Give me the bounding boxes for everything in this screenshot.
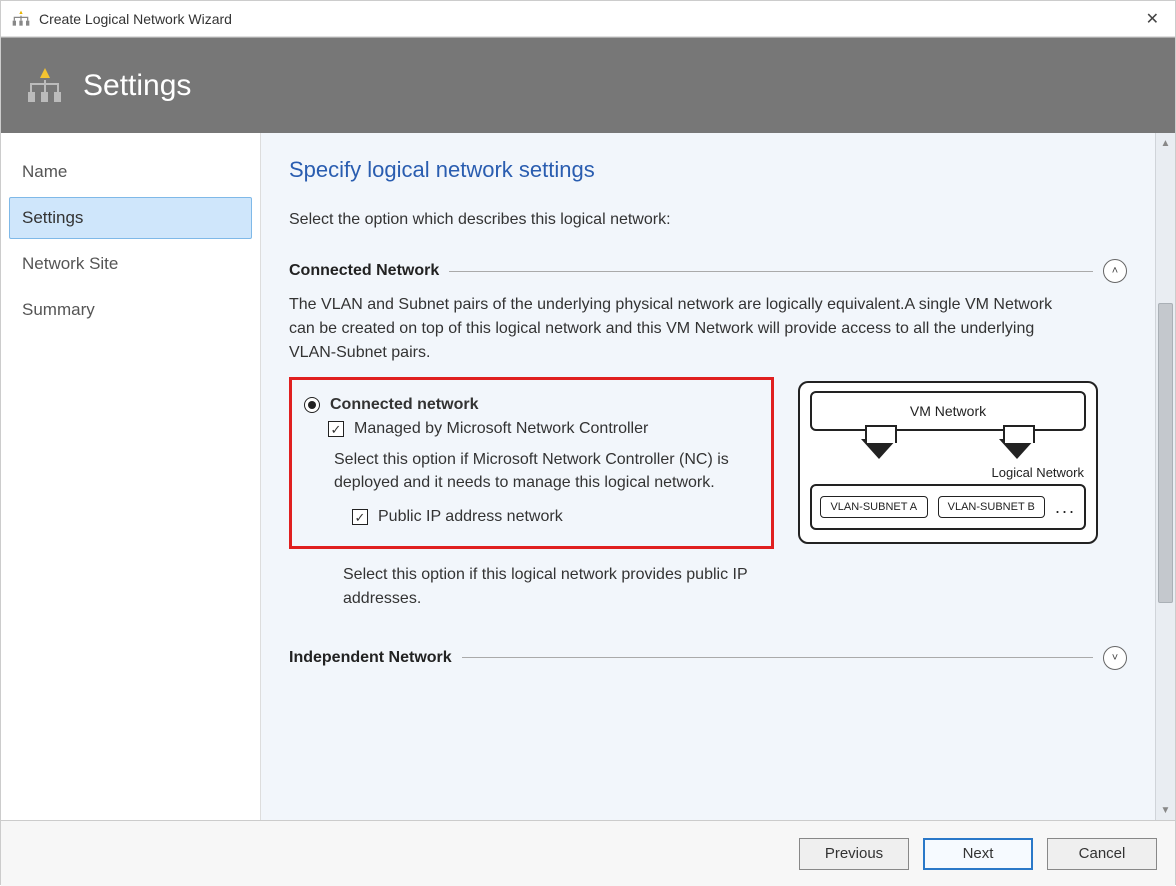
highlight-box: Connected network ✓ Managed by Microsoft… bbox=[289, 377, 774, 549]
main: Name Settings Network Site Summary Speci… bbox=[1, 133, 1175, 820]
collapse-icon[interactable]: ˄ bbox=[1103, 259, 1127, 283]
section-divider bbox=[462, 657, 1093, 658]
diagram-arrow-icon bbox=[999, 439, 1035, 459]
next-button[interactable]: Next bbox=[923, 838, 1033, 870]
footer: Previous Next Cancel bbox=[1, 820, 1175, 886]
checkbox-managed-label: Managed by Microsoft Network Controller bbox=[354, 420, 648, 438]
cancel-button[interactable]: Cancel bbox=[1047, 838, 1157, 870]
section-header-independent: Independent Network ˅ bbox=[289, 646, 1127, 670]
section-title-independent: Independent Network bbox=[289, 649, 452, 667]
diagram-subnet-b: VLAN-SUBNET B bbox=[938, 496, 1046, 518]
section-divider bbox=[449, 271, 1093, 272]
sidebar-item-summary[interactable]: Summary bbox=[9, 289, 252, 331]
checkbox-managed-by-nc[interactable]: ✓ Managed by Microsoft Network Controlle… bbox=[328, 420, 759, 438]
banner-title: Settings bbox=[83, 69, 191, 103]
close-icon[interactable]: ✕ bbox=[1140, 9, 1165, 29]
titlebar: Create Logical Network Wizard ✕ bbox=[1, 1, 1175, 37]
section-title-connected: Connected Network bbox=[289, 262, 439, 280]
scroll-up-icon[interactable]: ▲ bbox=[1156, 133, 1175, 153]
checkbox-icon: ✓ bbox=[328, 421, 344, 437]
diagram-ln-label: Logical Network bbox=[810, 465, 1086, 480]
previous-button[interactable]: Previous bbox=[799, 838, 909, 870]
diagram-vm-box: VM Network bbox=[810, 391, 1086, 431]
page-heading: Specify logical network settings bbox=[289, 157, 1127, 183]
section-header-connected: Connected Network ˄ bbox=[289, 259, 1127, 283]
app-icon bbox=[11, 9, 31, 29]
checkbox-public-ip[interactable]: ✓ Public IP address network bbox=[352, 508, 759, 526]
public-ip-description: Select this option if this logical netwo… bbox=[343, 563, 763, 609]
scroll-thumb[interactable] bbox=[1158, 303, 1173, 603]
window-title: Create Logical Network Wizard bbox=[39, 11, 1140, 27]
connected-description: The VLAN and Subnet pairs of the underly… bbox=[289, 293, 1079, 365]
diagram-arrow-icon bbox=[861, 439, 897, 459]
content-pane: Specify logical network settings Select … bbox=[261, 133, 1175, 820]
network-diagram: VM Network Logical Network VLAN-SUBNET A… bbox=[798, 381, 1098, 544]
checkbox-icon: ✓ bbox=[352, 509, 368, 525]
checkbox-public-ip-label: Public IP address network bbox=[378, 508, 563, 526]
diagram-subnet-a: VLAN-SUBNET A bbox=[820, 496, 928, 518]
radio-connected-network[interactable]: Connected network bbox=[304, 396, 759, 414]
managed-description: Select this option if Microsoft Network … bbox=[334, 448, 754, 494]
radio-icon bbox=[304, 397, 320, 413]
instruction-text: Select the option which describes this l… bbox=[289, 211, 1127, 229]
scroll-down-icon[interactable]: ▼ bbox=[1156, 800, 1175, 820]
sidebar-item-network-site[interactable]: Network Site bbox=[9, 243, 252, 285]
expand-icon[interactable]: ˅ bbox=[1103, 646, 1127, 670]
banner-icon bbox=[25, 66, 65, 106]
diagram-ln-box: VLAN-SUBNET A VLAN-SUBNET B ... bbox=[810, 484, 1086, 530]
sidebar-item-settings[interactable]: Settings bbox=[9, 197, 252, 239]
diagram-ellipsis: ... bbox=[1055, 497, 1076, 518]
radio-connected-label: Connected network bbox=[330, 396, 478, 414]
sidebar: Name Settings Network Site Summary bbox=[1, 133, 261, 820]
banner: Settings bbox=[1, 37, 1175, 133]
sidebar-item-name[interactable]: Name bbox=[9, 151, 252, 193]
scrollbar[interactable]: ▲ ▼ bbox=[1155, 133, 1175, 820]
